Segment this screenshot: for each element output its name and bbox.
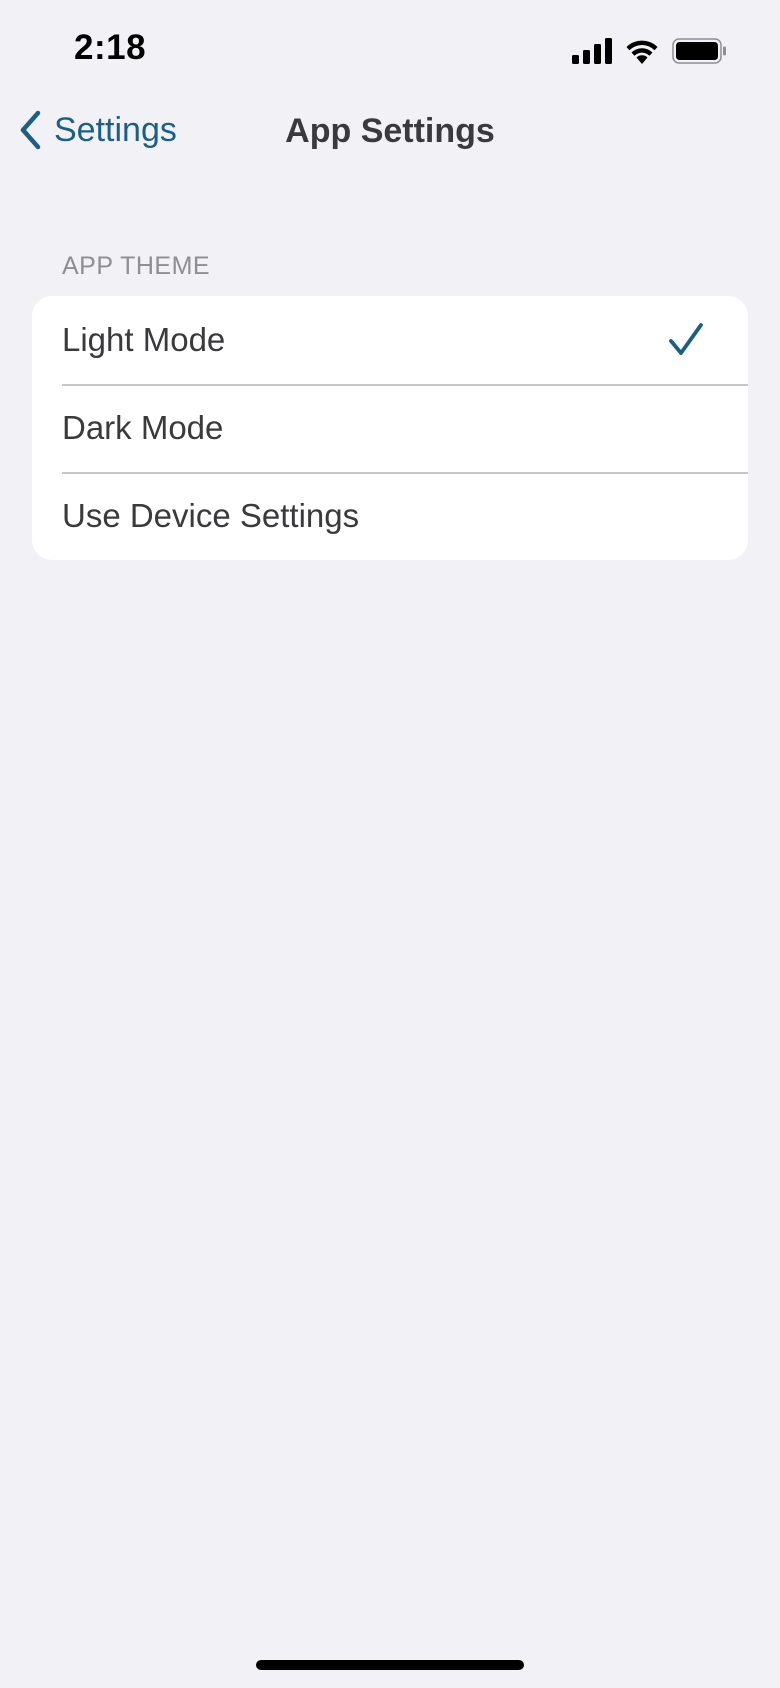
chevron-left-icon [20, 110, 41, 150]
checkmark-icon [669, 323, 703, 355]
theme-option-dark-mode[interactable]: Dark Mode [32, 384, 748, 472]
home-indicator[interactable] [256, 1660, 524, 1670]
back-button[interactable]: Settings [18, 110, 177, 150]
theme-option-use-device-settings[interactable]: Use Device Settings [32, 472, 748, 560]
theme-option-label: Light Mode [62, 321, 226, 358]
status-bar: 2:18 [0, 0, 780, 100]
theme-option-light-mode[interactable]: Light Mode [32, 296, 748, 384]
wifi-icon [626, 40, 658, 64]
status-time: 2:18 [74, 28, 147, 67]
section-header-app-theme: APP THEME [62, 252, 211, 280]
navigation-bar: App Settings Settings [0, 100, 780, 164]
theme-option-label: Dark Mode [62, 409, 224, 446]
status-icons [572, 38, 728, 64]
battery-icon [672, 38, 726, 64]
theme-options-list: Light Mode Dark Mode Use Device Settings [32, 296, 748, 560]
back-button-label: Settings [54, 110, 177, 149]
theme-option-label: Use Device Settings [62, 497, 360, 534]
cellular-signal-icon [572, 38, 612, 64]
